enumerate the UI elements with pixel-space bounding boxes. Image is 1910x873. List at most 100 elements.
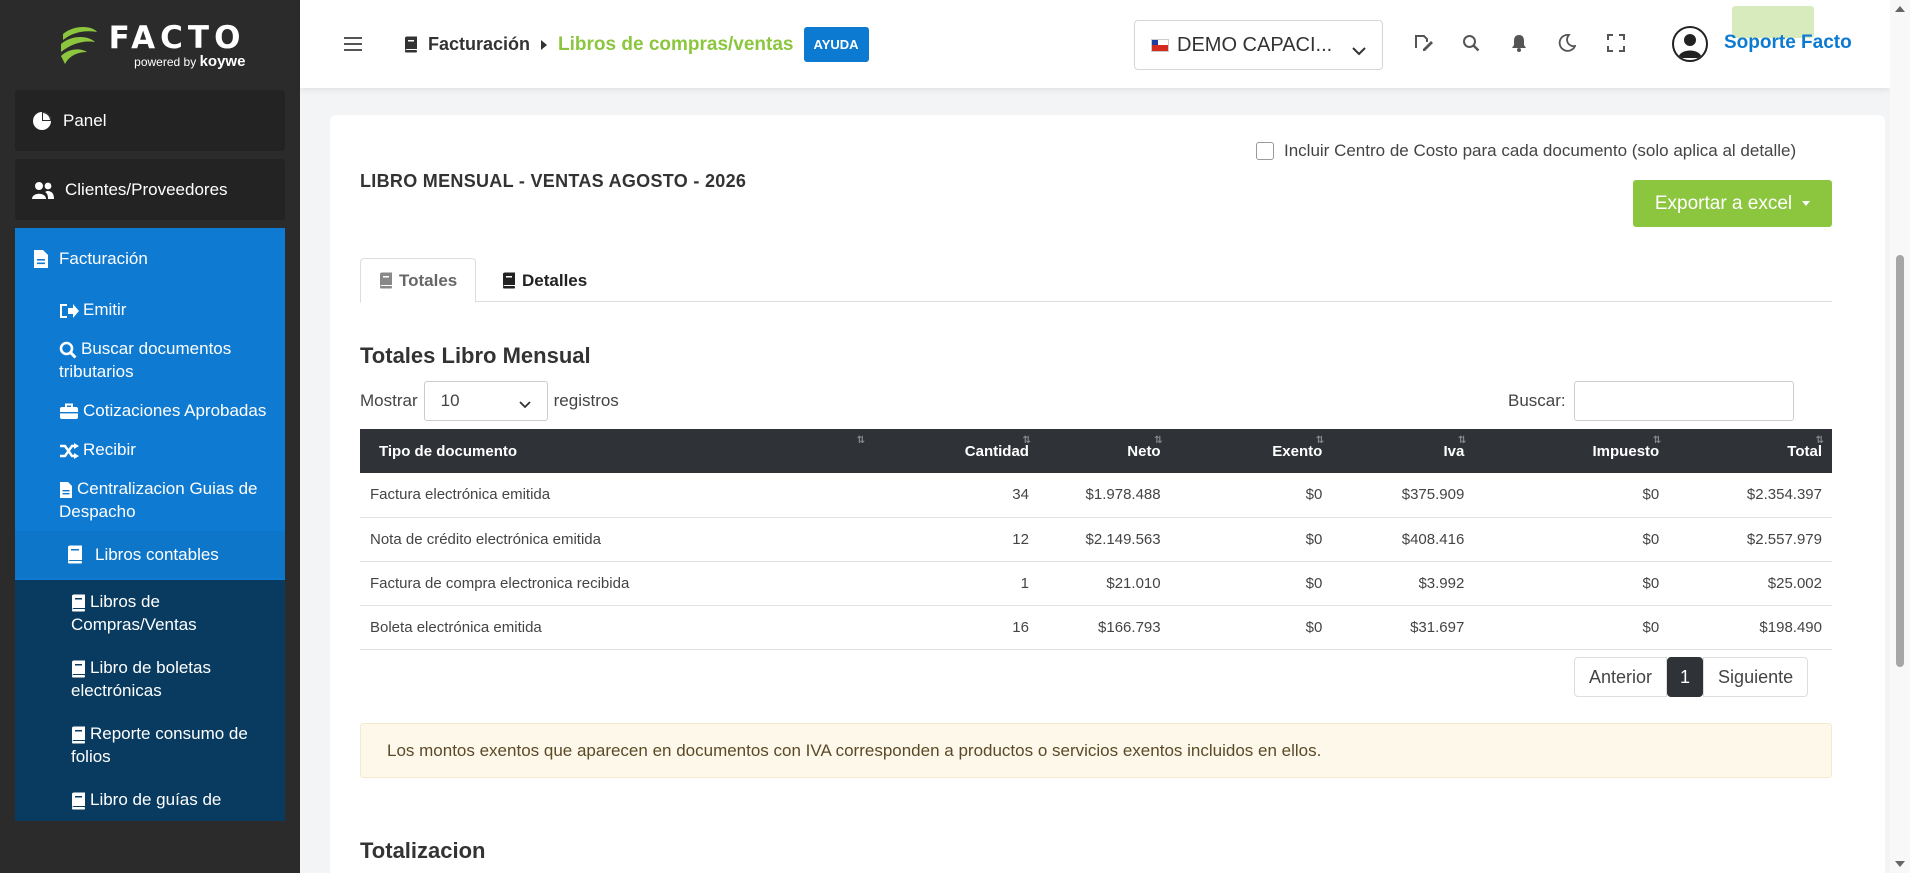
- table-header-row: Tipo de documento ⇅ Cantidad ⇅ Neto ⇅ Exent…: [360, 429, 1832, 473]
- breadcrumb-current: Libros de compras/ventas: [558, 33, 794, 55]
- pagination-next-button[interactable]: Siguiente: [1703, 657, 1809, 697]
- book-icon: [379, 272, 393, 289]
- sidebar-item-libro-boletas[interactable]: Libro de boletas electrónicas: [15, 646, 285, 712]
- signature-icon[interactable]: [1414, 34, 1434, 57]
- book-icon: [71, 792, 86, 810]
- pie-chart-icon: [31, 110, 53, 132]
- book-icon: [71, 726, 86, 744]
- chevron-down-icon: [1352, 39, 1366, 62]
- file-icon: [33, 249, 49, 269]
- sidebar-section-facturacion: Facturación Emitir Buscar documentos tri…: [15, 228, 285, 580]
- sidebar-item-cotizaciones[interactable]: Cotizaciones Aprobadas: [15, 391, 285, 430]
- sidebar-item-label: Clientes/Proveedores: [65, 179, 228, 199]
- sidebar-item-reporte-folios[interactable]: Reporte consumo de folios: [15, 712, 285, 778]
- info-alert: Los montos exentos que aparecen en docum…: [360, 723, 1832, 778]
- search-icon: [59, 341, 77, 359]
- scrollbar-thumb[interactable]: [1896, 255, 1904, 667]
- column-header[interactable]: Neto ⇅: [1039, 429, 1171, 473]
- column-header[interactable]: Exento ⇅: [1171, 429, 1333, 473]
- sidebar-item-libro-guias[interactable]: Libro de guías de: [15, 778, 285, 821]
- page-title: LIBRO MENSUAL - VENTAS AGOSTO - 2026: [360, 171, 747, 191]
- sort-icon: ⇅: [1315, 435, 1325, 446]
- book-icon: [502, 272, 516, 289]
- tabs: Totales Detalles: [360, 258, 1832, 303]
- main-card: Incluir Centro de Costo para cada docume…: [330, 115, 1885, 873]
- sort-icon: ⇅: [1815, 435, 1824, 446]
- table-row: Nota de crédito electrónica emitida 12 $…: [360, 517, 1832, 562]
- column-header[interactable]: Impuesto ⇅: [1474, 429, 1669, 473]
- breadcrumb: Facturación Libros de compras/ventas AYU…: [404, 27, 869, 62]
- pagination-prev-button[interactable]: Anterior: [1574, 657, 1668, 697]
- sort-icon: ⇅: [1022, 435, 1031, 446]
- users-icon: [31, 180, 55, 200]
- sidebar-item-label: Panel: [63, 110, 107, 130]
- bell-icon[interactable]: [1510, 34, 1528, 57]
- sidebar: FACTO powered by koywe Panel Clientes/Pr…: [0, 0, 300, 873]
- moon-icon[interactable]: [1558, 34, 1577, 57]
- sidebar-item-libros-contables[interactable]: Libros contables: [15, 531, 285, 578]
- file-text-icon: [59, 481, 73, 499]
- fullscreen-icon[interactable]: [1607, 34, 1625, 57]
- export-excel-button[interactable]: Exportar a excel: [1633, 180, 1832, 227]
- column-header[interactable]: Tipo de documento ⇅: [360, 429, 873, 473]
- breadcrumb-section[interactable]: Facturación: [428, 34, 530, 55]
- cost-center-checkbox[interactable]: Incluir Centro de Costo para cada docume…: [1256, 141, 1796, 161]
- sign-out-icon: [59, 303, 79, 319]
- table-row: Boleta electrónica emitida 16 $166.793 $…: [360, 605, 1832, 650]
- column-header[interactable]: Iva ⇅: [1332, 429, 1474, 473]
- section-title: Totales Libro Mensual: [360, 343, 591, 368]
- company-selector[interactable]: DEMO CAPACI...: [1134, 20, 1383, 70]
- totals-table: Tipo de documento ⇅ Cantidad ⇅ Neto ⇅ Exent…: [360, 429, 1832, 650]
- sidebar-item-recibir[interactable]: Recibir: [15, 430, 285, 469]
- scroll-down-icon[interactable]: [1895, 861, 1905, 867]
- menu-toggle-icon[interactable]: [344, 36, 362, 57]
- briefcase-icon: [59, 403, 79, 420]
- logo[interactable]: FACTO powered by koywe: [0, 0, 300, 90]
- sidebar-item-centralizacion[interactable]: Centralizacion Guias de Despacho: [15, 469, 285, 531]
- user-avatar-icon[interactable]: [1672, 26, 1708, 62]
- sort-icon: ⇅: [1154, 435, 1163, 446]
- column-header[interactable]: Cantidad ⇅: [873, 429, 1039, 473]
- top-bar: Facturación Libros de compras/ventas AYU…: [300, 0, 1890, 88]
- table-row: Factura electrónica emitida 34 $1.978.48…: [360, 473, 1832, 518]
- caret-right-icon: [540, 39, 548, 51]
- sort-icon: ⇅: [1652, 435, 1662, 446]
- tab-detalles[interactable]: Detalles: [484, 258, 605, 303]
- tab-totales[interactable]: Totales: [360, 258, 477, 303]
- scrollbar[interactable]: [1890, 0, 1910, 873]
- sidebar-item-clientes[interactable]: Clientes/Proveedores: [15, 159, 285, 220]
- book-icon: [67, 545, 83, 564]
- book-icon: [404, 36, 418, 53]
- logo-powered: powered by koywe: [134, 53, 246, 70]
- sidebar-item-emitir[interactable]: Emitir: [15, 290, 285, 329]
- sidebar-item-panel[interactable]: Panel: [15, 90, 285, 151]
- page-length-select[interactable]: 10: [423, 381, 548, 421]
- sidebar-item-facturacion[interactable]: Facturación: [15, 228, 285, 290]
- sidebar-item-label: Facturación: [59, 249, 148, 268]
- sort-icon: ⇅: [856, 435, 866, 446]
- checkbox[interactable]: [1256, 142, 1274, 160]
- user-name[interactable]: Soporte Facto: [1724, 32, 1852, 54]
- caret-down-icon: [1802, 201, 1811, 206]
- company-name: DEMO CAPACI...: [1177, 33, 1333, 56]
- search-icon[interactable]: [1462, 34, 1480, 57]
- table-search: Buscar:: [1508, 381, 1794, 421]
- logo-wordmark: FACTO: [108, 20, 246, 56]
- shuffle-icon: [59, 442, 79, 459]
- search-input[interactable]: [1573, 381, 1794, 421]
- sidebar-section-libros: Libros de Compras/Ventas Libro de boleta…: [15, 580, 285, 821]
- pagination-page-button[interactable]: 1: [1667, 657, 1704, 697]
- page-length-control: Mostrar 10 registros: [360, 381, 619, 421]
- sort-icon: ⇅: [1457, 435, 1467, 446]
- column-header[interactable]: Total ⇅: [1669, 429, 1832, 473]
- pagination: Anterior 1 Siguiente: [1574, 657, 1809, 697]
- scroll-up-icon[interactable]: [1895, 6, 1905, 12]
- chile-flag-icon: [1151, 38, 1169, 52]
- chevron-down-icon: [518, 394, 531, 414]
- book-icon: [71, 594, 86, 612]
- sidebar-item-buscar[interactable]: Buscar documentos tributarios: [15, 329, 285, 391]
- sidebar-item-libros-compras-ventas[interactable]: Libros de Compras/Ventas: [15, 580, 285, 646]
- section-title-totalizacion: Totalizacion: [360, 838, 486, 863]
- book-icon: [71, 660, 86, 678]
- help-button[interactable]: AYUDA: [803, 27, 869, 62]
